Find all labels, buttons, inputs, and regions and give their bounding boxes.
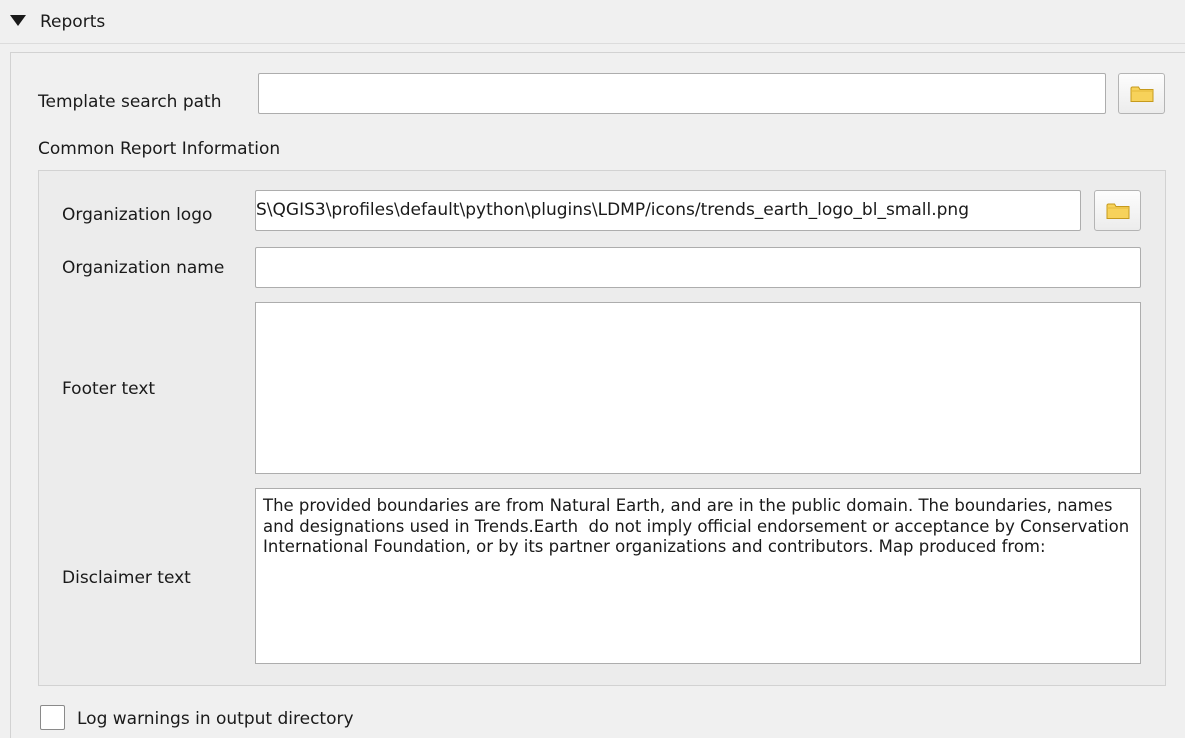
organization-logo-label: Organization logo [62,205,213,225]
organization-logo-input[interactable]: S\QGIS3\profiles\default\python\plugins\… [255,190,1081,231]
folder-icon [1106,203,1130,219]
footer-text-area[interactable] [255,302,1141,474]
template-browse-button[interactable] [1118,73,1165,114]
common-report-info-title: Common Report Information [38,139,281,159]
log-warnings-checkbox[interactable] [40,705,65,730]
template-search-path-input[interactable] [258,73,1106,114]
logo-browse-button[interactable] [1094,190,1141,231]
organization-name-input[interactable] [255,247,1141,288]
footer-text-label: Footer text [62,379,156,399]
reports-settings-panel: Reports Template search path Common Repo… [0,0,1185,738]
collapse-triangle-icon[interactable] [10,15,26,26]
template-search-path-label: Template search path [38,92,222,112]
section-title: Reports [40,12,106,32]
disclaimer-text-label: Disclaimer text [62,568,191,588]
reports-section-header[interactable]: Reports [0,0,1185,44]
folder-icon [1130,86,1154,102]
log-warnings-label[interactable]: Log warnings in output directory [77,707,354,731]
disclaimer-text-area[interactable]: The provided boundaries are from Natural… [255,488,1141,664]
organization-name-label: Organization name [62,258,225,278]
